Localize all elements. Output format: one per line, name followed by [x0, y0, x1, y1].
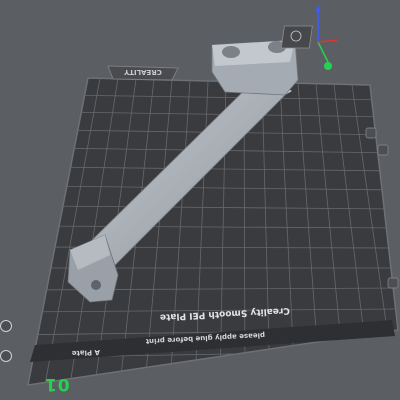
viewport-3d[interactable]: CREALITY Creality Smooth PEI Plate pleas… — [0, 0, 400, 400]
brand-tab: CREALITY — [107, 65, 179, 81]
view-cube-icon[interactable] — [280, 25, 313, 49]
side-tool-button-1[interactable] — [0, 320, 12, 332]
plate-name-label: A Plate — [71, 348, 100, 357]
build-plate[interactable]: CREALITY Creality Smooth PEI Plate pleas… — [0, 65, 400, 386]
axis-gizmo-icon[interactable] — [315, 5, 339, 70]
brand-label: CREALITY — [123, 68, 162, 76]
plate-number[interactable]: 01 — [44, 374, 70, 394]
side-tool-button-2[interactable] — [0, 350, 12, 362]
